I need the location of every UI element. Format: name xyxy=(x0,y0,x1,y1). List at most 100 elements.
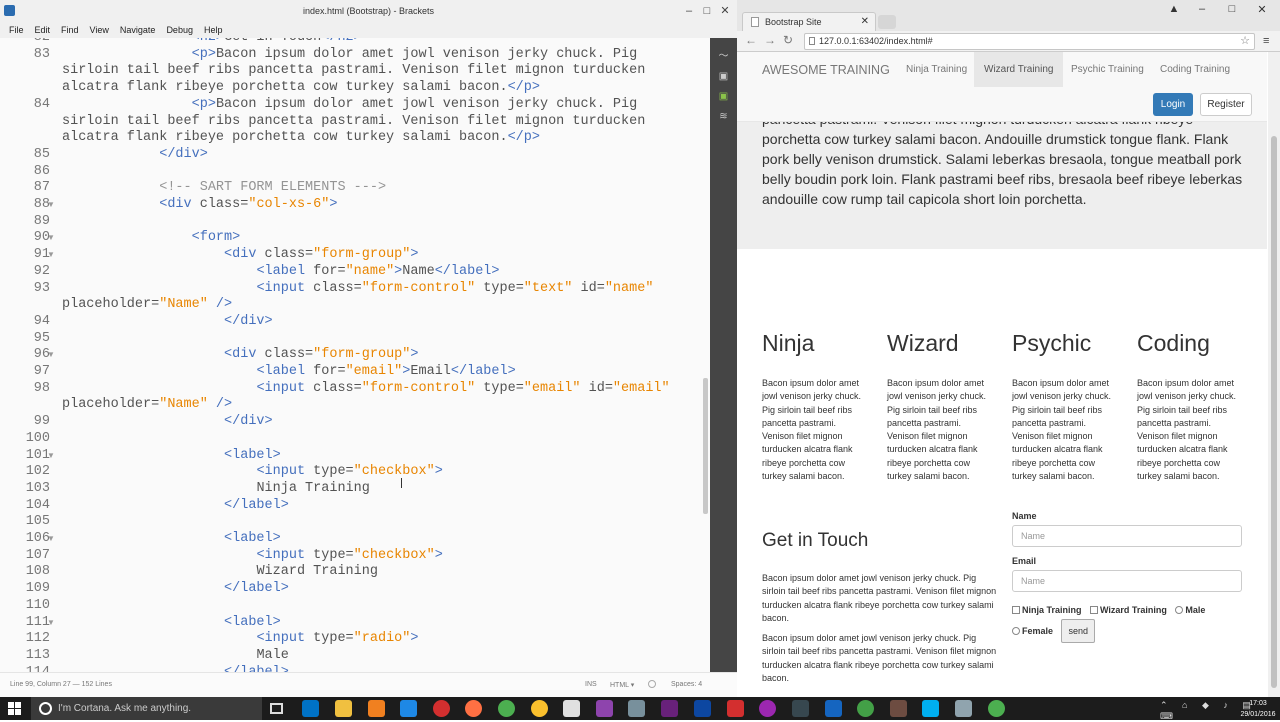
app-icon[interactable] xyxy=(759,700,776,717)
skype-icon[interactable] xyxy=(922,700,939,717)
code-line[interactable]: <!-- SART FORM ELEMENTS ---> xyxy=(62,180,386,197)
new-tab-button[interactable] xyxy=(878,15,896,29)
reload-icon[interactable]: ↻ xyxy=(783,33,793,47)
chrome-active-icon[interactable] xyxy=(988,700,1005,717)
layers-icon[interactable]: ≋ xyxy=(717,111,730,122)
page-scrollbar[interactable] xyxy=(1268,52,1280,697)
code-line[interactable]: sirloin tail beef ribs pancetta pastrami… xyxy=(62,114,645,131)
wizard-checkbox[interactable] xyxy=(1089,606,1098,614)
nav-wizard-training[interactable]: Wizard Training xyxy=(974,52,1064,87)
opera-icon[interactable] xyxy=(433,700,450,717)
code-line[interactable]: <input class="form-control" type="text" … xyxy=(62,281,653,298)
maximize-icon[interactable]: □ xyxy=(698,0,716,22)
clock[interactable]: 17:03 29/01/2016 xyxy=(1240,697,1276,720)
fold-arrow-icon[interactable]: ▼ xyxy=(47,230,55,247)
menu-file[interactable]: File xyxy=(9,25,24,35)
app-icon[interactable] xyxy=(955,700,972,717)
menu-view[interactable]: View xyxy=(90,25,109,35)
menu-find[interactable]: Find xyxy=(61,25,79,35)
insert-mode[interactable]: INS xyxy=(585,681,597,688)
fold-arrow-icon[interactable]: ▼ xyxy=(47,615,55,632)
steam-icon[interactable] xyxy=(792,700,809,717)
nav-ninja-training[interactable]: Ninja Training xyxy=(896,52,977,87)
edge-icon[interactable] xyxy=(400,700,417,717)
editor-scrollbar[interactable] xyxy=(703,378,708,514)
code-line[interactable]: <label> xyxy=(62,615,281,632)
browser-maximize-icon[interactable]: □ xyxy=(1222,3,1242,15)
code-line[interactable]: <div class="col-xs-6"> xyxy=(62,197,337,214)
menu-help[interactable]: Help xyxy=(204,25,223,35)
chrome-icon[interactable] xyxy=(498,700,515,717)
code-line[interactable]: </label> xyxy=(62,665,289,672)
menu-navigate[interactable]: Navigate xyxy=(120,25,156,35)
code-line[interactable]: <p>Bacon ipsum dolor amet jowl venison j… xyxy=(62,97,638,114)
fold-arrow-icon[interactable]: ▼ xyxy=(47,247,55,264)
tab-close-icon[interactable]: ✕ xyxy=(861,13,869,31)
page-info-icon[interactable] xyxy=(809,37,815,45)
forward-icon[interactable]: → xyxy=(764,33,776,47)
nav-psychic-training[interactable]: Psychic Training xyxy=(1061,52,1154,87)
code-line[interactable]: sirloin tail beef ribs pancetta pastrami… xyxy=(62,63,645,80)
female-radio[interactable] xyxy=(1012,627,1020,636)
male-radio[interactable] xyxy=(1175,606,1184,614)
photoshop-icon[interactable] xyxy=(694,700,711,717)
code-editor[interactable]: 82 <h2>Get in Touch</h2> 83 <p>Bacon ipsu… xyxy=(0,38,710,672)
app-icon[interactable] xyxy=(628,700,645,717)
code-line[interactable]: </label> xyxy=(62,581,289,598)
live-preview-icon[interactable]: 〜 xyxy=(717,51,730,62)
menu-edit[interactable]: Edit xyxy=(35,25,51,35)
language-select[interactable]: HTML ▾ xyxy=(610,681,634,689)
code-line[interactable]: <h2>Get in Touch</h2> xyxy=(62,38,362,47)
windows-start-icon[interactable] xyxy=(8,702,21,715)
code-line[interactable]: <label for="name">Name</label> xyxy=(62,264,499,281)
code-line[interactable]: alcatra flank ribeye porchetta cow turke… xyxy=(62,130,540,147)
email-input[interactable]: Name xyxy=(1012,570,1242,592)
navbar-brand[interactable]: AWESOME TRAINING xyxy=(762,63,890,77)
task-view-icon[interactable] xyxy=(270,703,283,714)
extension-icon[interactable]: ▣ xyxy=(717,91,730,102)
code-line[interactable]: placeholder="Name" /> xyxy=(62,297,232,314)
fold-arrow-icon[interactable]: ▼ xyxy=(47,197,55,214)
code-line[interactable]: placeholder="Name" /> xyxy=(62,397,232,414)
code-line[interactable]: <label> xyxy=(62,531,281,548)
minimize-icon[interactable]: – xyxy=(680,0,698,22)
code-line[interactable]: <input type="radio"> xyxy=(62,631,418,648)
premiere-icon[interactable] xyxy=(596,700,613,717)
code-line[interactable]: Male xyxy=(62,648,288,665)
browser-minimize-icon[interactable]: – xyxy=(1192,3,1212,15)
code-line[interactable]: </div> xyxy=(62,314,273,331)
code-line[interactable]: <input type="checkbox"> xyxy=(62,464,442,481)
back-icon[interactable]: ← xyxy=(745,33,757,47)
code-line[interactable]: <input class="form-control" type="email"… xyxy=(62,381,669,398)
name-input[interactable]: Name xyxy=(1012,525,1242,547)
code-line[interactable]: </div> xyxy=(62,414,273,431)
code-line[interactable]: <label> xyxy=(62,448,281,465)
extension-manager-icon[interactable]: ▣ xyxy=(717,71,730,82)
register-button[interactable]: Register xyxy=(1200,93,1252,116)
cortana-search-box[interactable]: I'm Cortana. Ask me anything. xyxy=(31,697,262,720)
indent-spaces[interactable]: Spaces: 4 xyxy=(671,681,702,688)
nav-coding-training[interactable]: Coding Training xyxy=(1150,52,1240,87)
ninja-checkbox[interactable] xyxy=(1012,606,1020,614)
close-icon[interactable]: ✕ xyxy=(716,0,734,22)
browser-tab[interactable]: Bootstrap Site ✕ xyxy=(742,12,876,31)
visual-studio-icon[interactable] xyxy=(661,700,678,717)
code-line[interactable]: alcatra flank ribeye porchetta cow turke… xyxy=(62,80,540,97)
app-icon[interactable] xyxy=(857,700,874,717)
login-button[interactable]: Login xyxy=(1153,93,1193,116)
code-line[interactable]: <div class="form-group"> xyxy=(62,347,418,364)
code-line[interactable]: </label> xyxy=(62,498,289,515)
browser-menu-icon[interactable]: ≡ xyxy=(1263,35,1269,47)
canary-icon[interactable] xyxy=(531,700,548,717)
store-icon[interactable] xyxy=(368,700,385,717)
file-explorer-icon[interactable] xyxy=(335,700,352,717)
code-line[interactable]: <input type="checkbox"> xyxy=(62,548,442,565)
fold-arrow-icon[interactable]: ▼ xyxy=(47,347,55,364)
code-line[interactable]: <p>Bacon ipsum dolor amet jowl venison j… xyxy=(62,47,638,64)
code-line[interactable]: </div> xyxy=(62,147,208,164)
profile-icon[interactable]: ▲ xyxy=(1164,3,1184,15)
app-icon[interactable] xyxy=(890,700,907,717)
fold-arrow-icon[interactable]: ▼ xyxy=(47,531,55,548)
firefox-icon[interactable] xyxy=(465,700,482,717)
code-line[interactable]: <div class="form-group"> xyxy=(62,247,418,264)
